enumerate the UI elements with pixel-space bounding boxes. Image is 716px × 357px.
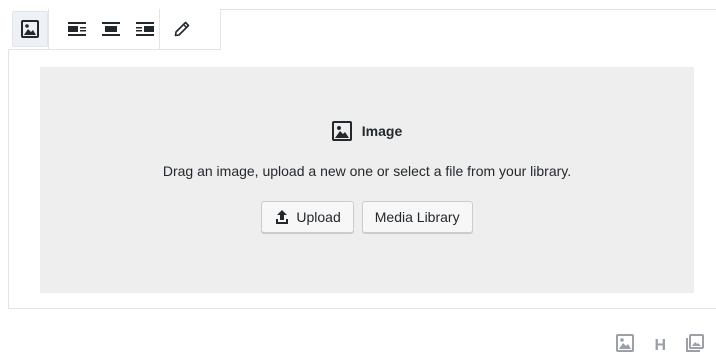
pencil-icon (174, 21, 190, 37)
gallery-icon (686, 334, 704, 352)
image-placeholder[interactable]: Image Drag an image, upload a new one or… (40, 67, 694, 293)
edit-button[interactable] (164, 11, 200, 47)
alignment-group (48, 9, 159, 49)
image-icon (616, 334, 635, 352)
block-toolbar (8, 9, 221, 50)
inserter-shortcuts: H (616, 334, 704, 357)
align-center-button[interactable] (97, 11, 125, 47)
placeholder-label: Image (331, 121, 403, 141)
insert-heading-button[interactable]: H (654, 337, 666, 355)
align-right-icon (136, 22, 154, 36)
align-center-icon (102, 22, 120, 36)
placeholder-instructions: Drag an image, upload a new one or selec… (162, 163, 572, 179)
edit-group (159, 9, 202, 49)
media-library-button[interactable]: Media Library (361, 201, 473, 233)
image-icon (21, 20, 39, 38)
placeholder-title: Image (361, 123, 403, 139)
align-left-icon (68, 22, 86, 36)
upload-button-label: Upload (296, 209, 341, 225)
insert-image-button[interactable] (616, 334, 635, 357)
placeholder-actions: Upload Media Library (261, 201, 473, 233)
image-icon (331, 121, 352, 141)
block-type-button[interactable] (12, 11, 48, 47)
upload-icon (276, 210, 289, 224)
block-type-group (8, 9, 48, 49)
align-left-button[interactable] (63, 11, 91, 47)
upload-button[interactable]: Upload (261, 201, 354, 233)
insert-gallery-button[interactable] (686, 334, 704, 357)
align-right-button[interactable] (131, 11, 159, 47)
